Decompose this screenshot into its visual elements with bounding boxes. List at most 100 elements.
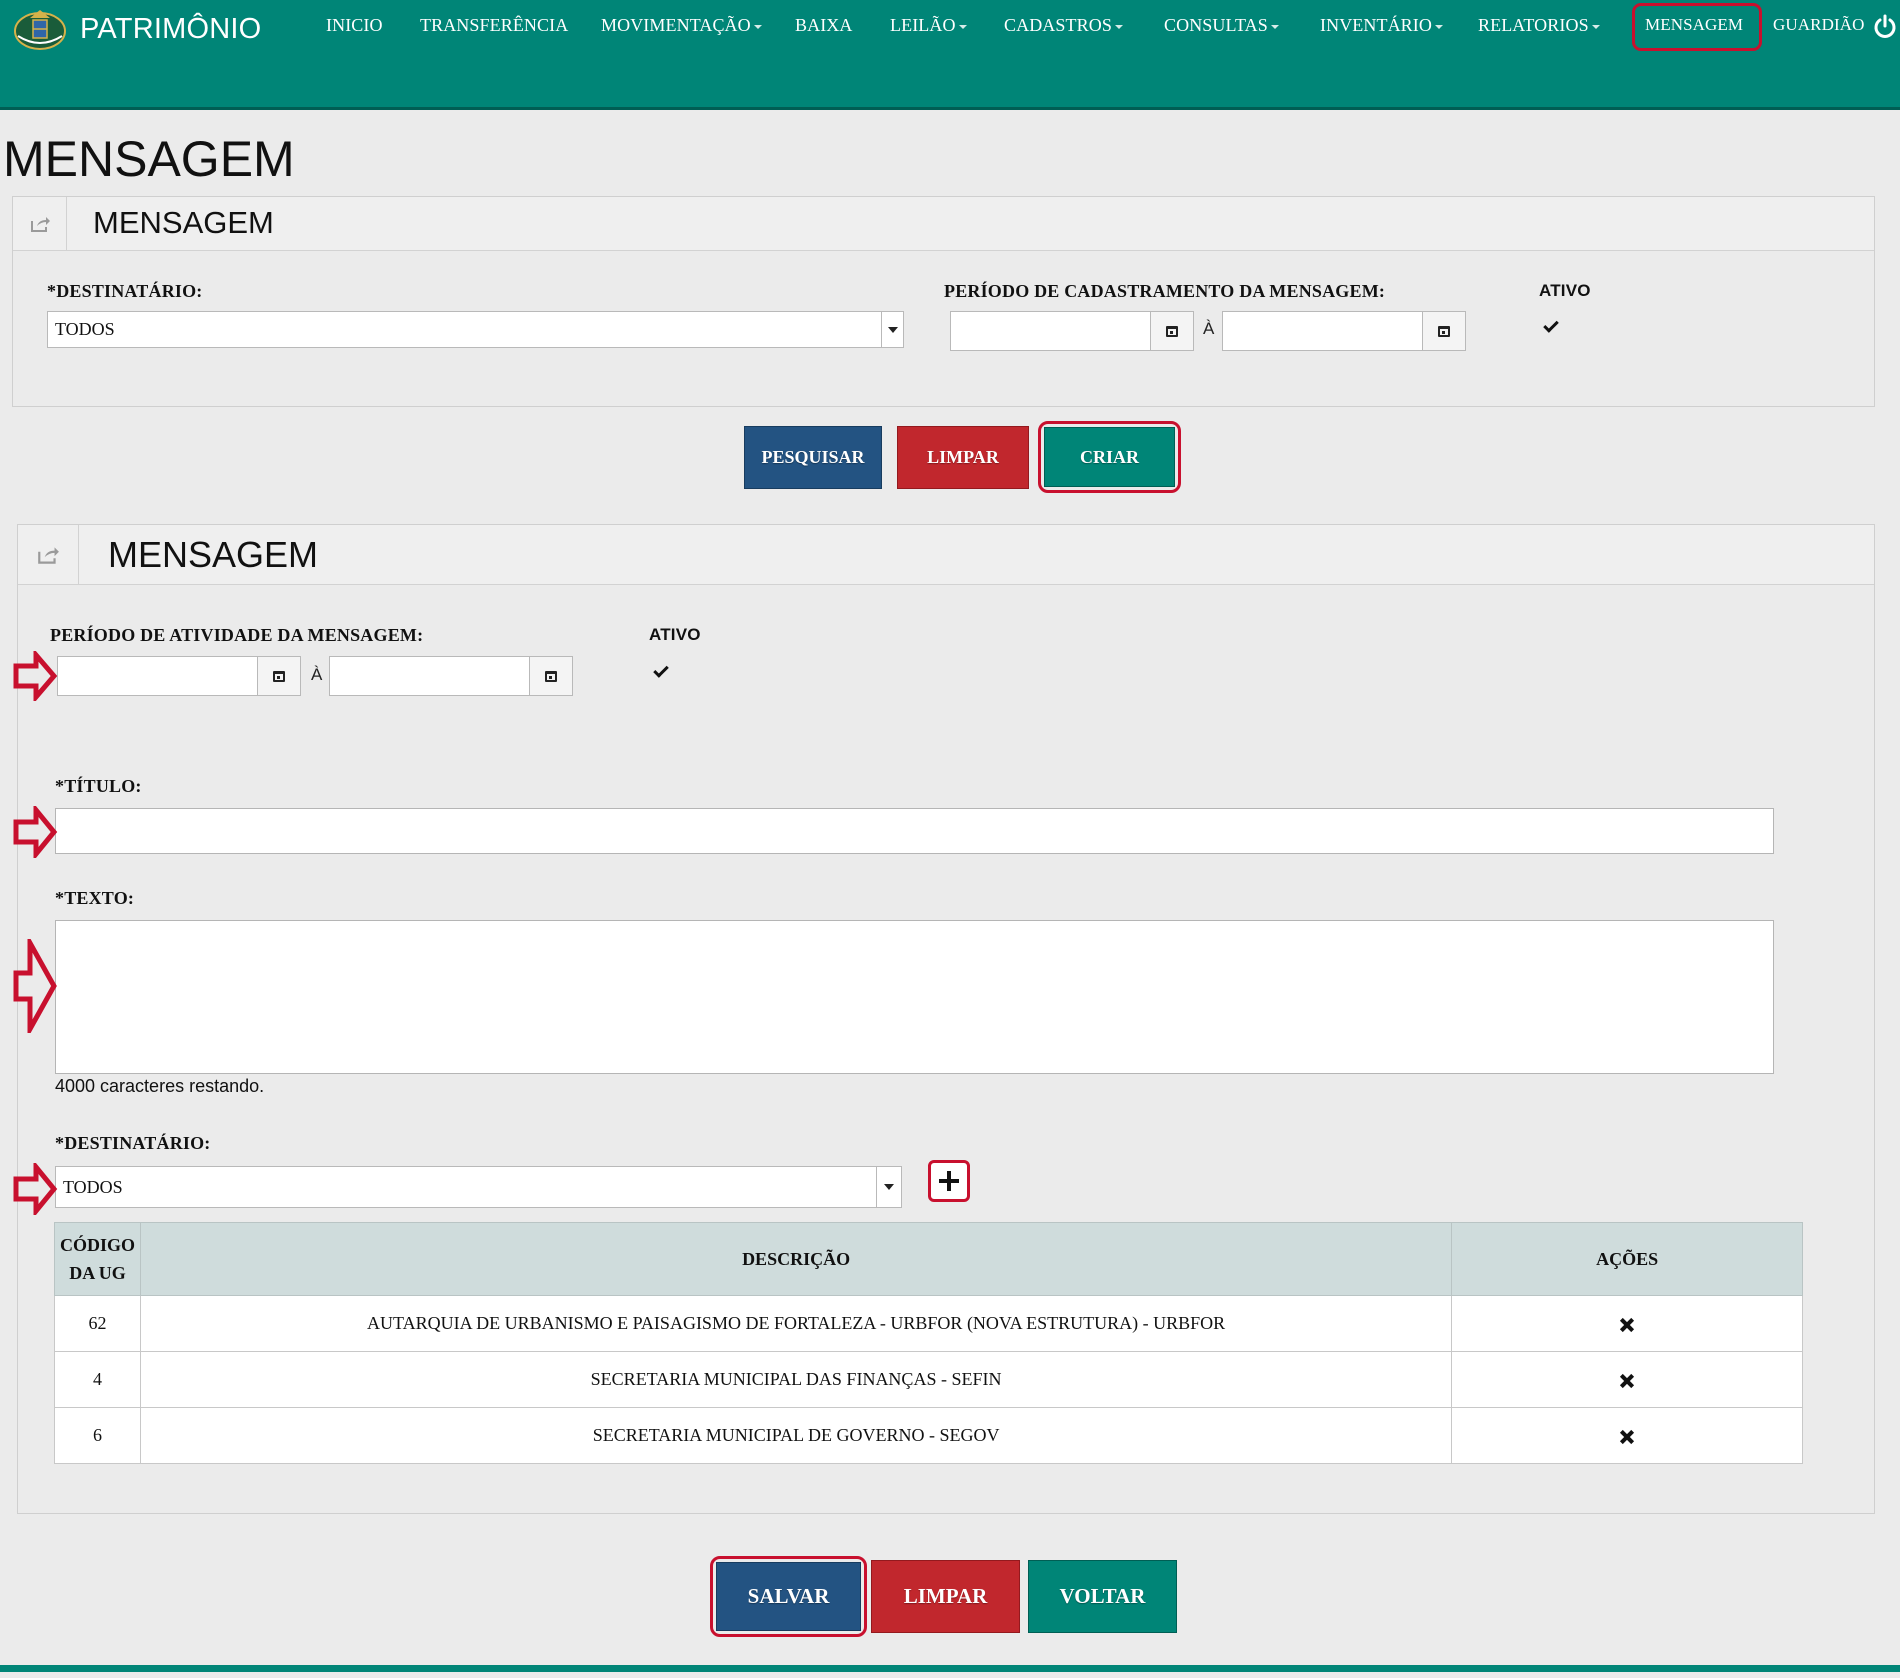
chevron-down-icon xyxy=(753,24,762,29)
chevron-down-icon xyxy=(1114,24,1123,29)
cell-acoes xyxy=(1451,1295,1803,1352)
cell-acoes xyxy=(1451,1351,1803,1408)
menu-item-label: RELATORIOS xyxy=(1478,15,1589,35)
menu-item-baixa[interactable]: BAIXA xyxy=(795,15,853,36)
form-panel-toggle[interactable] xyxy=(18,525,79,584)
calendar-icon xyxy=(1438,325,1450,337)
periodo-atividade-label: PERÍODO DE ATIVIDADE DA MENSAGEM: xyxy=(50,625,424,645)
menu-item-relatorios[interactable]: RELATORIOS xyxy=(1478,15,1600,36)
menu-item-label: MOVIMENTAÇÃO xyxy=(601,15,751,35)
menu-highlight-ring xyxy=(1632,3,1762,51)
ativo-checkbox[interactable] xyxy=(1543,317,1559,333)
calendar-button[interactable] xyxy=(257,656,301,696)
periodo-cadastramento-label: PERÍODO DE CADASTRAMENTO DA MENSAGEM: xyxy=(944,281,1386,301)
add-destinatario-button[interactable] xyxy=(928,1160,970,1202)
column-header-acoes: AÇÕES xyxy=(1451,1222,1803,1296)
cell-acoes xyxy=(1451,1407,1803,1464)
close-icon[interactable] xyxy=(1620,1318,1634,1332)
top-navbar: PATRIMÔNIO INICIO TRANSFERÊNCIA MOVIMENT… xyxy=(0,0,1900,110)
periodo-cadastramento-inicio-input[interactable] xyxy=(950,311,1151,351)
table-row: 6 SECRETARIA MUNICIPAL DE GOVERNO - SEGO… xyxy=(54,1407,1803,1464)
menu-item-inventario[interactable]: INVENTÁRIO xyxy=(1320,15,1443,36)
char-counter: 4000 caracteres restando. xyxy=(55,1076,265,1096)
menu-item-label: INICIO xyxy=(326,15,383,35)
menu-item-leilao[interactable]: LEILÃO xyxy=(890,15,967,36)
column-header-descricao: DESCRIÇÃO xyxy=(139,1222,1453,1296)
table-header-row: CÓDIGO DA UG DESCRIÇÃO AÇÕES xyxy=(54,1222,1803,1296)
salvar-button[interactable]: SALVAR xyxy=(716,1562,861,1631)
limpar-form-button[interactable]: LIMPAR xyxy=(871,1560,1020,1633)
power-icon[interactable] xyxy=(1873,14,1897,40)
destinatario-value: TODOS xyxy=(55,319,115,339)
menu-item-label: GUARDIÃO xyxy=(1773,15,1865,34)
search-panel-toggle[interactable] xyxy=(13,197,67,250)
cell-codigo: 6 xyxy=(54,1407,141,1464)
cell-descricao: AUTARQUIA DE URBANISMO E PAISAGISMO DE F… xyxy=(139,1295,1453,1352)
destinatario-select[interactable]: TODOS xyxy=(47,311,904,348)
chevron-down-icon xyxy=(958,24,967,29)
close-icon[interactable] xyxy=(1620,1374,1634,1388)
arrow-right-icon xyxy=(13,1163,58,1215)
calendar-button[interactable] xyxy=(1150,311,1194,351)
cell-codigo: 4 xyxy=(54,1351,141,1408)
calendar-icon xyxy=(1166,325,1178,337)
chevron-down-icon xyxy=(1591,24,1600,29)
calendar-icon xyxy=(545,670,557,682)
menu-item-label: CADASTROS xyxy=(1004,15,1112,35)
periodo-atividade-fim-input[interactable] xyxy=(329,656,530,696)
calendar-button[interactable] xyxy=(529,656,573,696)
plus-icon xyxy=(939,1171,959,1191)
menu-item-inicio[interactable]: INICIO xyxy=(326,15,383,36)
search-panel: MENSAGEM *DESTINATÁRIO: TODOS PERÍODO DE… xyxy=(12,196,1875,407)
form-panel-header: MENSAGEM xyxy=(18,525,1874,585)
periodo-cadastramento-fim-input[interactable] xyxy=(1222,311,1423,351)
chevron-down-icon xyxy=(881,312,903,347)
menu-item-guardiao[interactable]: GUARDIÃO xyxy=(1773,15,1864,35)
calendar-button[interactable] xyxy=(1422,311,1466,351)
voltar-button[interactable]: VOLTAR xyxy=(1028,1560,1177,1633)
texto-textarea[interactable] xyxy=(55,920,1774,1074)
criar-button[interactable]: CRIAR xyxy=(1044,427,1175,487)
cell-descricao: SECRETARIA MUNICIPAL DAS FINANÇAS - SEFI… xyxy=(139,1351,1453,1408)
menu-item-consultas[interactable]: CONSULTAS xyxy=(1164,15,1279,36)
cell-codigo: 62 xyxy=(54,1295,141,1352)
destinatario-label: *DESTINATÁRIO: xyxy=(55,1133,211,1153)
ativo-label: ATIVO xyxy=(1539,281,1591,300)
footer-bar xyxy=(0,1665,1900,1672)
column-header-label: DA UG xyxy=(69,1263,126,1283)
menu-item-label: BAIXA xyxy=(795,15,853,35)
menu-item-label: TRANSFERÊNCIA xyxy=(420,15,569,35)
ativo-label: ATIVO xyxy=(649,625,701,644)
page-title: MENSAGEM xyxy=(3,131,295,187)
brand[interactable]: PATRIMÔNIO xyxy=(12,4,261,54)
cell-descricao: SECRETARIA MUNICIPAL DE GOVERNO - SEGOV xyxy=(139,1407,1453,1464)
chevron-down-icon xyxy=(1270,24,1279,29)
periodo-atividade-inicio-input[interactable] xyxy=(57,656,258,696)
limpar-search-button[interactable]: LIMPAR xyxy=(897,426,1029,489)
menu-item-transferencia[interactable]: TRANSFERÊNCIA xyxy=(420,15,568,36)
titulo-input[interactable] xyxy=(55,808,1774,854)
share-icon xyxy=(30,216,50,232)
search-panel-title: MENSAGEM xyxy=(93,205,274,240)
menu-item-movimentacao[interactable]: MOVIMENTAÇÃO xyxy=(601,15,762,36)
column-header-codigo: CÓDIGO DA UG xyxy=(54,1222,141,1296)
coat-of-arms-logo xyxy=(14,10,66,50)
table-row: 62 AUTARQUIA DE URBANISMO E PAISAGISMO D… xyxy=(54,1295,1803,1352)
destinatario-select[interactable]: TODOS xyxy=(55,1166,902,1208)
titulo-label: *TÍTULO: xyxy=(55,776,142,796)
arrow-right-icon xyxy=(13,806,58,858)
pesquisar-button[interactable]: PESQUISAR xyxy=(744,426,882,489)
chevron-down-icon xyxy=(1434,24,1443,29)
menu-item-label: CONSULTAS xyxy=(1164,15,1268,35)
destinatario-label: *DESTINATÁRIO: xyxy=(47,281,203,301)
arrow-right-icon xyxy=(13,651,58,701)
menu-item-label: LEILÃO xyxy=(890,15,956,35)
close-icon[interactable] xyxy=(1620,1430,1634,1444)
ug-table: CÓDIGO DA UG DESCRIÇÃO AÇÕES 62 AUTARQUI… xyxy=(54,1222,1803,1464)
texto-label: *TEXTO: xyxy=(55,888,135,908)
menu-item-cadastros[interactable]: CADASTROS xyxy=(1004,15,1123,36)
date-range-separator: À xyxy=(1203,319,1215,338)
share-icon xyxy=(38,546,59,564)
chevron-down-icon xyxy=(876,1167,901,1207)
app-name: PATRIMÔNIO xyxy=(80,12,262,45)
